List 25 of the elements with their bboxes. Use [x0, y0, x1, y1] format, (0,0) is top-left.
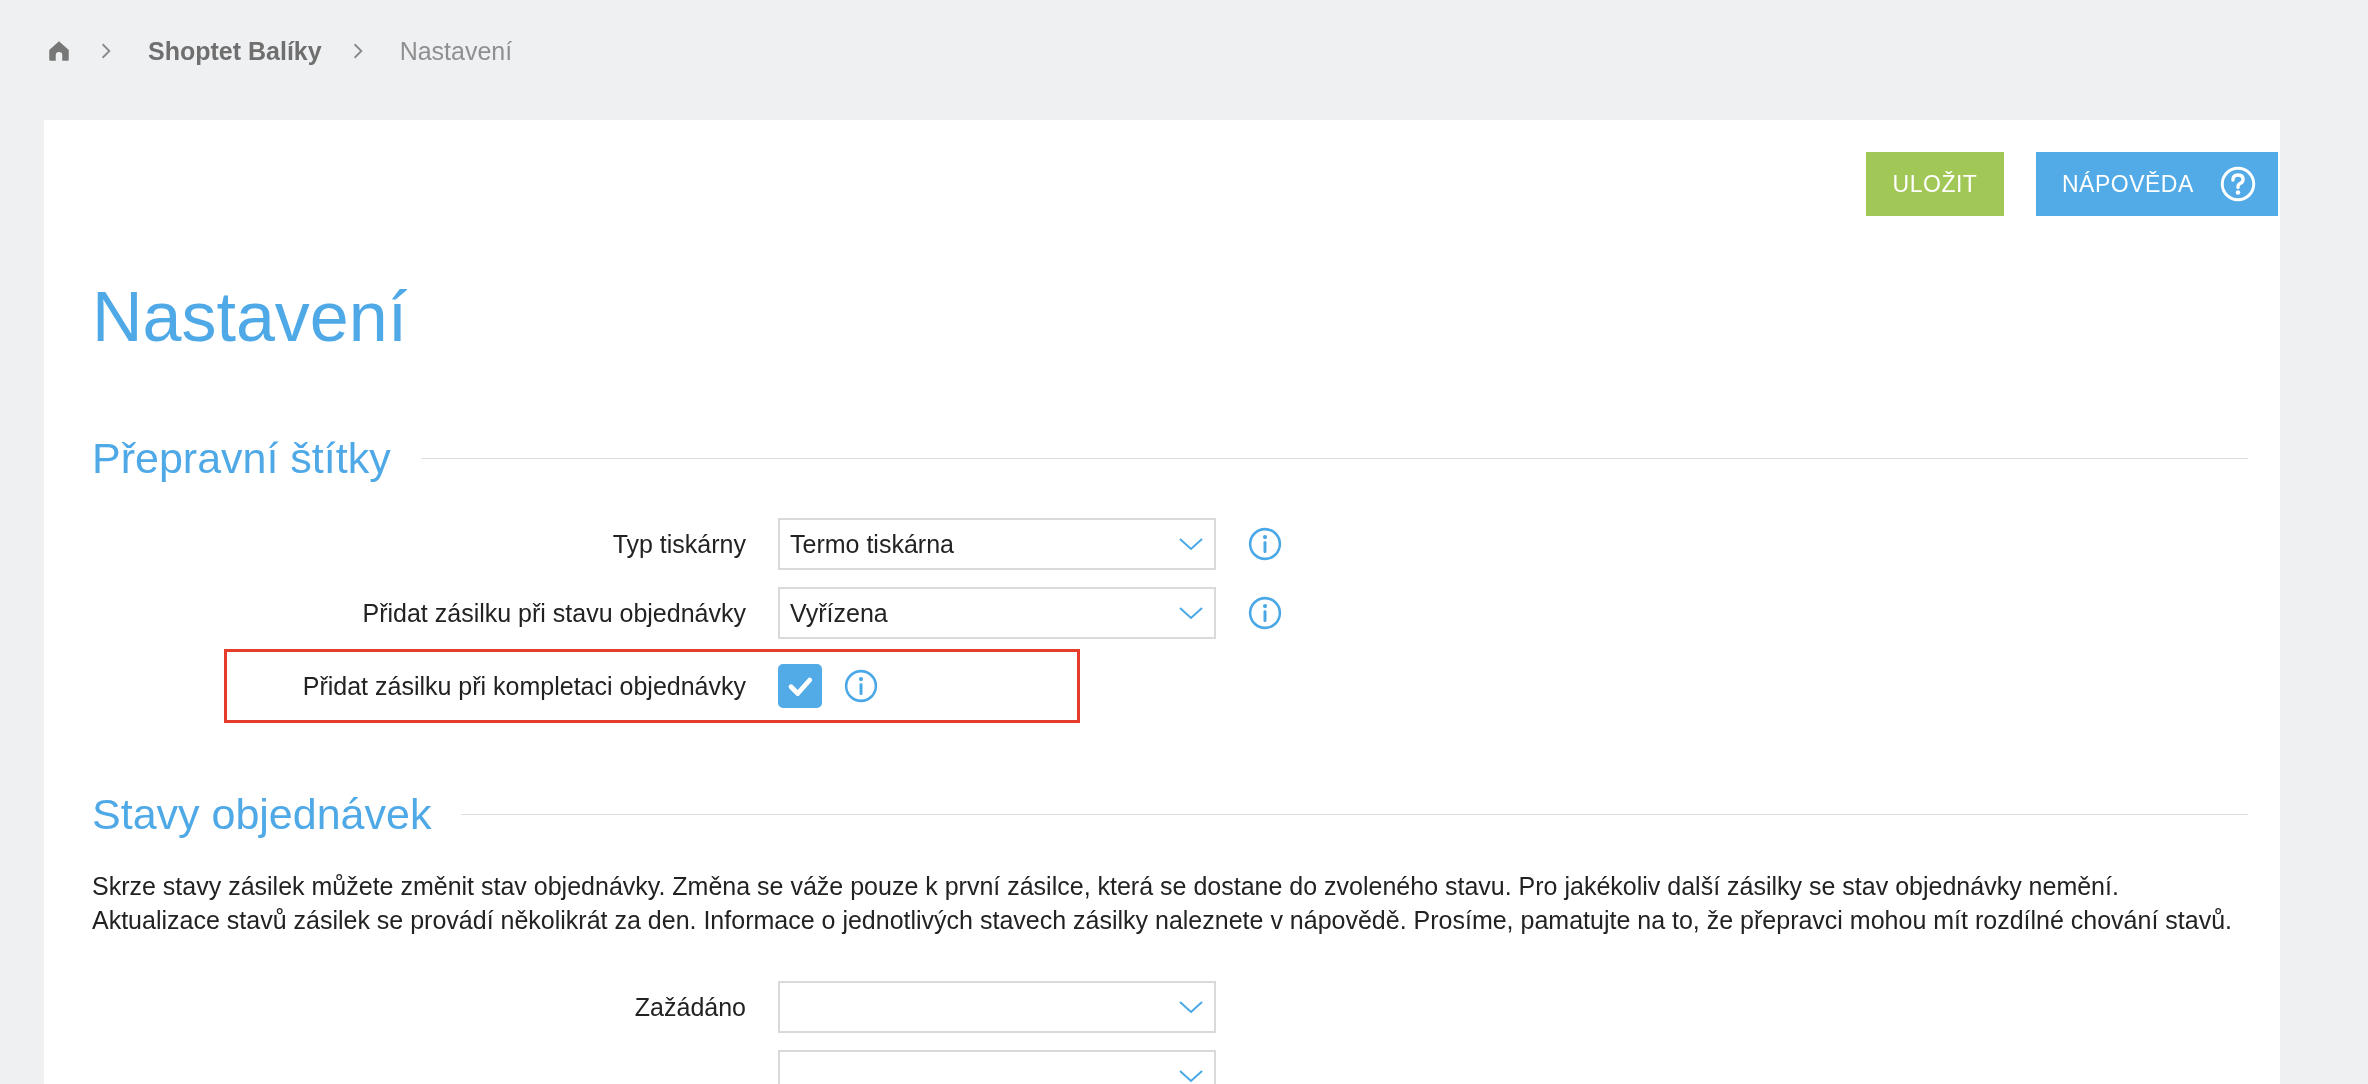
checkbox[interactable]: [778, 664, 822, 708]
breadcrumb-link[interactable]: Shoptet Balíky: [148, 36, 322, 66]
section-heading: Stavy objednávek: [92, 790, 432, 839]
page-title: Nastavení: [92, 282, 409, 352]
dropdown-caret-icon: [1178, 606, 1204, 620]
select-field[interactable]: Termo tiskárna: [778, 518, 1216, 570]
breadcrumb-current: Nastavení: [399, 36, 513, 66]
field-label: Typ tiskárny: [612, 529, 746, 558]
dropdown-caret-icon: [1178, 537, 1204, 551]
select-field[interactable]: Vyřízena: [778, 587, 1216, 639]
help-icon: [2220, 166, 2256, 202]
chevron-right-icon: [351, 42, 364, 60]
section-heading: Přepravní štítky: [92, 434, 391, 483]
field-label: Zažádáno: [634, 992, 746, 1021]
dropdown-caret-icon: [1178, 1069, 1204, 1083]
dropdown-caret-icon: [1178, 1000, 1204, 1014]
section-description: Skrze stavy zásilek můžete změnit stav objednávky. Změna se váže pouze k první zásilce, která se dostane do zvoleného stavu. Pro jakékoliv další zásilky se stav objednávky nemění. Aktualizace stavů zásilek se provádí několikrát za den. Informace o jednotlivých stavech zásilky naleznete v nápovědě. Prosíme, pamatujte na to, že přepravci mohou mít rozdílné chování stavů.: [92, 871, 2233, 936]
field-label: Přidat zásilku při stavu objednávky: [362, 598, 746, 627]
help-button[interactable]: NÁPOVĚDA: [2036, 152, 2278, 216]
info-icon[interactable]: [844, 669, 878, 703]
field-label: Přidat zásilku při kompletaci objednávky: [302, 671, 746, 700]
chevron-right-icon: [100, 42, 112, 60]
info-icon[interactable]: [1248, 527, 1282, 561]
info-icon[interactable]: [1248, 596, 1282, 630]
select-field[interactable]: [778, 981, 1216, 1033]
